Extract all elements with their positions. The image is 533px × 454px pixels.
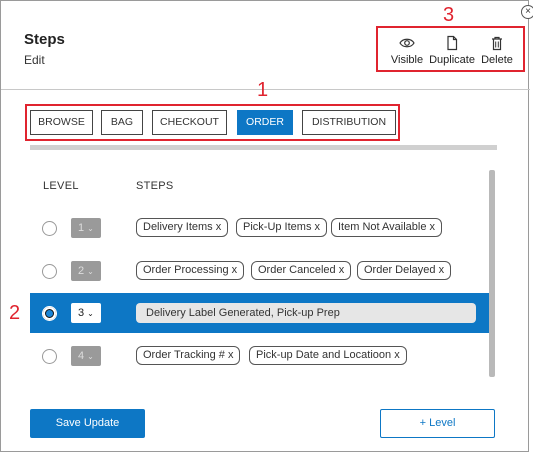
duplicate-button[interactable]: Duplicate	[429, 31, 475, 71]
steps-input[interactable]: Delivery Label Generated, Pick-up Prep	[136, 303, 476, 323]
eye-icon	[399, 38, 415, 48]
level-value-2: 2	[78, 265, 85, 277]
tab-bag[interactable]: BAG	[101, 110, 143, 135]
level-row-2[interactable]: 2 ⌄ Order Processing x Order Canceled x O…	[30, 251, 489, 291]
level-value-1: 1	[78, 222, 85, 234]
level-row-4[interactable]: 4 ⌄ Order Tracking # x Pick-up Date and L…	[30, 336, 489, 376]
visible-button[interactable]: Visible	[385, 31, 429, 71]
save-update-button[interactable]: Save Update	[30, 409, 145, 438]
chevron-down-icon: ⌄	[87, 309, 94, 318]
add-level-button[interactable]: + Level	[380, 409, 495, 438]
level-value-4: 4	[78, 350, 85, 362]
step-chip[interactable]: Pick-Up Items x	[236, 218, 328, 237]
level-row-1[interactable]: 1 ⌄ Delivery Items x Pick-Up Items x Item…	[30, 208, 489, 248]
steps-dialog: × Steps Edit 3 Visible Duplicate Delete …	[0, 0, 533, 452]
trash-icon	[492, 36, 502, 51]
level-radio-2[interactable]	[42, 264, 57, 279]
level-select-2[interactable]: 2 ⌄	[71, 261, 101, 281]
tab-checkout[interactable]: CHECKOUT	[152, 110, 227, 135]
tab-underline-bar	[30, 145, 497, 150]
steps-column-header: STEPS	[136, 180, 174, 192]
callout-number-selected-row: 2	[9, 302, 21, 324]
action-toolbar: Visible Duplicate Delete	[379, 31, 525, 71]
chevron-down-icon: ⌄	[87, 267, 94, 276]
step-chip[interactable]: Pick-up Date and Locatioon x	[249, 346, 407, 365]
level-column-header: LEVEL	[43, 180, 79, 192]
callout-number-actions: 3	[443, 4, 455, 26]
step-chip[interactable]: Item Not Available x	[331, 218, 443, 237]
close-icon[interactable]: ×	[521, 5, 533, 19]
level-select-1[interactable]: 1 ⌄	[71, 218, 101, 238]
tab-distribution[interactable]: DISTRIBUTION	[302, 110, 396, 135]
tab-browse[interactable]: BROWSE	[30, 110, 93, 135]
level-row-3[interactable]: 3 ⌄ Delivery Label Generated, Pick-up Pre…	[30, 293, 489, 333]
chevron-down-icon: ⌄	[87, 352, 94, 361]
step-chip[interactable]: Order Delayed x	[357, 261, 452, 280]
level-radio-4[interactable]	[42, 349, 57, 364]
step-chip[interactable]: Delivery Items x	[136, 218, 229, 237]
visible-label: Visible	[390, 54, 424, 66]
step-chip[interactable]: Order Canceled x	[251, 261, 352, 280]
tab-order[interactable]: ORDER	[237, 110, 293, 135]
step-chip[interactable]: Order Processing x	[136, 261, 245, 280]
delete-label: Delete	[481, 54, 513, 66]
level-radio-3[interactable]	[42, 306, 57, 321]
dialog-title: Steps	[24, 31, 65, 48]
duplicate-label: Duplicate	[429, 54, 475, 66]
callout-number-tabs: 1	[257, 79, 269, 101]
step-chip[interactable]: Order Tracking # x	[136, 346, 241, 365]
level-radio-1[interactable]	[42, 221, 57, 236]
level-select-4[interactable]: 4 ⌄	[71, 346, 101, 366]
chevron-down-icon: ⌄	[87, 224, 94, 233]
level-value-3: 3	[78, 307, 85, 319]
dialog-subtitle: Edit	[24, 53, 45, 67]
level-select-3[interactable]: 3 ⌄	[71, 303, 101, 323]
steps-scrollbar[interactable]	[489, 170, 495, 377]
document-icon	[447, 35, 458, 51]
delete-button[interactable]: Delete	[475, 31, 519, 71]
